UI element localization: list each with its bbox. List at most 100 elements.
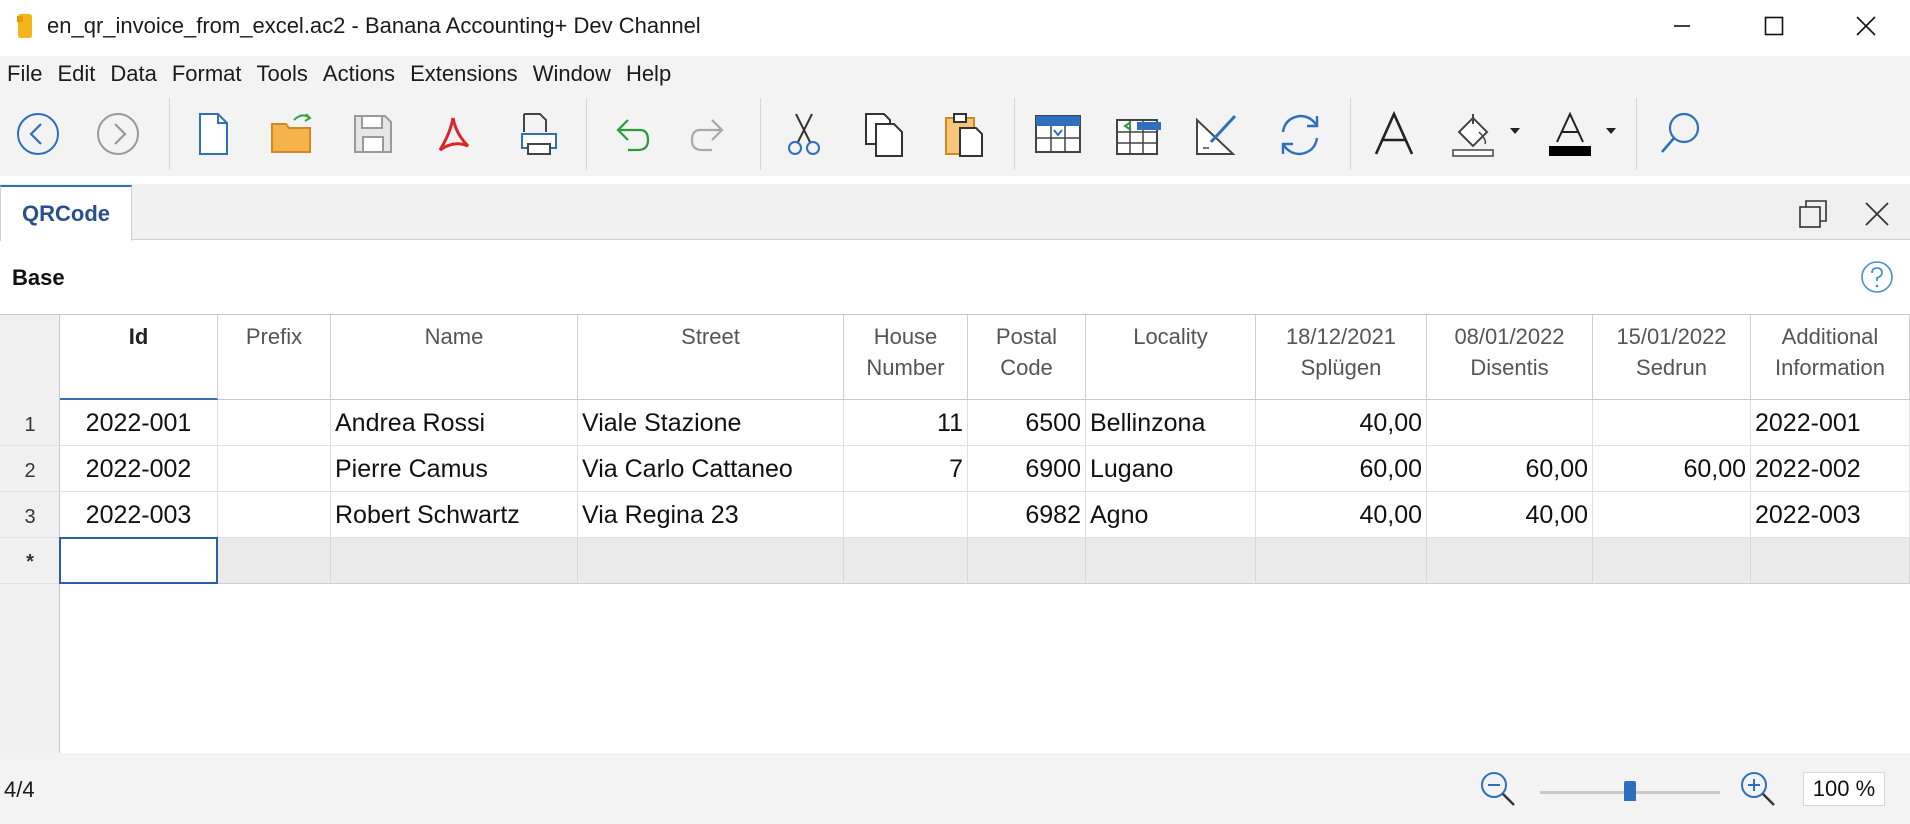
copy-button[interactable] [854,104,914,164]
column-header-locality[interactable]: Locality [1086,315,1256,400]
zoom-in-icon[interactable] [1738,769,1778,809]
redo-icon [690,119,724,152]
save-button[interactable] [343,104,403,164]
cell-street[interactable]: Via Regina 23 [578,492,844,538]
cell-date-sedrun[interactable] [1593,400,1751,446]
menu-extensions[interactable]: Extensions [403,61,526,87]
cut-button[interactable] [774,104,834,164]
new-row-cell[interactable] [1427,538,1593,584]
cell-date-disentis[interactable]: 40,00 [1427,492,1593,538]
fill-color-button[interactable] [1444,104,1504,164]
add-rows-button[interactable] [1108,104,1168,164]
cell-locality[interactable]: Lugano [1086,446,1256,492]
column-header-additional-info[interactable]: Additional Information [1751,315,1910,400]
insert-row-button[interactable] [1028,104,1088,164]
new-row-cell[interactable] [844,538,968,584]
cell-name[interactable]: Andrea Rossi [331,400,578,446]
cell-date-splugen[interactable]: 60,00 [1256,446,1427,492]
menu-help[interactable]: Help [619,61,679,87]
cell-name[interactable]: Robert Schwartz [331,492,578,538]
text-color-button[interactable] [1540,104,1600,164]
help-icon[interactable] [1860,260,1894,294]
new-row-cell[interactable] [968,538,1086,584]
minimize-button[interactable] [1636,0,1728,52]
column-header-name[interactable]: Name [331,315,578,400]
cell-id[interactable]: 2022-002 [60,446,218,492]
close-window-button[interactable] [1820,0,1910,52]
cell-postal-code[interactable]: 6900 [968,446,1086,492]
cell-postal-code[interactable]: 6982 [968,492,1086,538]
menu-format[interactable]: Format [165,61,250,87]
column-header-postal-code[interactable]: Postal Code [968,315,1086,400]
cell-date-sedrun[interactable]: 60,00 [1593,446,1751,492]
maximize-button[interactable] [1728,0,1820,52]
zoom-out-icon[interactable] [1478,769,1518,809]
menu-file[interactable]: File [0,61,50,87]
cell-house-number[interactable]: 11 [844,400,968,446]
menu-tools[interactable]: Tools [250,61,316,87]
print-button[interactable] [508,104,568,164]
cell-house-number[interactable] [844,492,968,538]
redo-button[interactable] [680,104,740,164]
new-row-cell[interactable] [1593,538,1751,584]
paste-button[interactable] [934,104,994,164]
cell-additional-info[interactable]: 2022-001 [1751,400,1910,446]
column-header-date-sedrun[interactable]: 15/01/2022 Sedrun [1593,315,1751,400]
recheck-button[interactable] [1270,104,1330,164]
cell-street[interactable]: Viale Stazione [578,400,844,446]
cell-locality[interactable]: Bellinzona [1086,400,1256,446]
cell-street[interactable]: Via Carlo Cattaneo [578,446,844,492]
menu-edit[interactable]: Edit [50,61,103,87]
column-header-house-number[interactable]: House Number [844,315,968,400]
cell-prefix[interactable] [218,400,331,446]
menu-actions[interactable]: Actions [316,61,403,87]
pdf-button[interactable] [423,104,483,164]
cell-locality[interactable]: Agno [1086,492,1256,538]
font-button[interactable] [1364,104,1424,164]
column-header-street[interactable]: Street [578,315,844,400]
cell-date-disentis[interactable] [1427,400,1593,446]
back-button[interactable] [8,104,68,164]
new-file-button[interactable] [183,104,243,164]
search-button[interactable] [1650,104,1710,164]
fill-color-dropdown-icon[interactable] [1510,128,1520,134]
cell-additional-info[interactable]: 2022-002 [1751,446,1910,492]
column-header-prefix[interactable]: Prefix [218,315,331,400]
text-color-dropdown-icon[interactable] [1606,128,1616,134]
forward-button[interactable] [88,104,148,164]
column-header-id[interactable]: Id [60,315,218,400]
new-row-cell[interactable] [331,538,578,584]
undo-button[interactable] [600,104,660,164]
cell-additional-info[interactable]: 2022-003 [1751,492,1910,538]
menu-data[interactable]: Data [103,61,164,87]
tab-qrcode[interactable]: QRCode [0,185,132,241]
close-tab-button[interactable] [1857,194,1897,234]
edit-row-button[interactable] [1188,104,1248,164]
new-row-cell[interactable] [1751,538,1910,584]
cell-prefix[interactable] [218,492,331,538]
zoom-level[interactable]: 100 % [1803,772,1885,806]
open-button[interactable] [263,104,323,164]
cell-date-sedrun[interactable] [1593,492,1751,538]
cell-prefix[interactable] [218,446,331,492]
zoom-slider-thumb[interactable] [1624,781,1636,801]
cell-date-splugen[interactable]: 40,00 [1256,492,1427,538]
cell-house-number[interactable]: 7 [844,446,968,492]
cell-id[interactable]: 2022-003 [60,492,218,538]
cell-id[interactable]: 2022-001 [60,400,218,446]
cell-postal-code[interactable]: 6500 [968,400,1086,446]
column-header-date-disentis[interactable]: 08/01/2022 Disentis [1427,315,1593,400]
new-row-cell[interactable] [578,538,844,584]
cell-date-disentis[interactable]: 60,00 [1427,446,1593,492]
cell-name[interactable]: Pierre Camus [331,446,578,492]
cell-date-splugen[interactable]: 40,00 [1256,400,1427,446]
font-icon [1374,110,1414,155]
new-row-cell[interactable] [218,538,331,584]
new-row-cell[interactable] [1256,538,1427,584]
new-row-cell[interactable] [1086,538,1256,584]
restore-view-button[interactable] [1793,194,1833,234]
column-header-date-splugen[interactable]: 18/12/2021 Splügen [1256,315,1427,400]
search-icon [1661,112,1700,153]
selected-cell[interactable] [59,537,218,584]
menu-window[interactable]: Window [526,61,619,87]
